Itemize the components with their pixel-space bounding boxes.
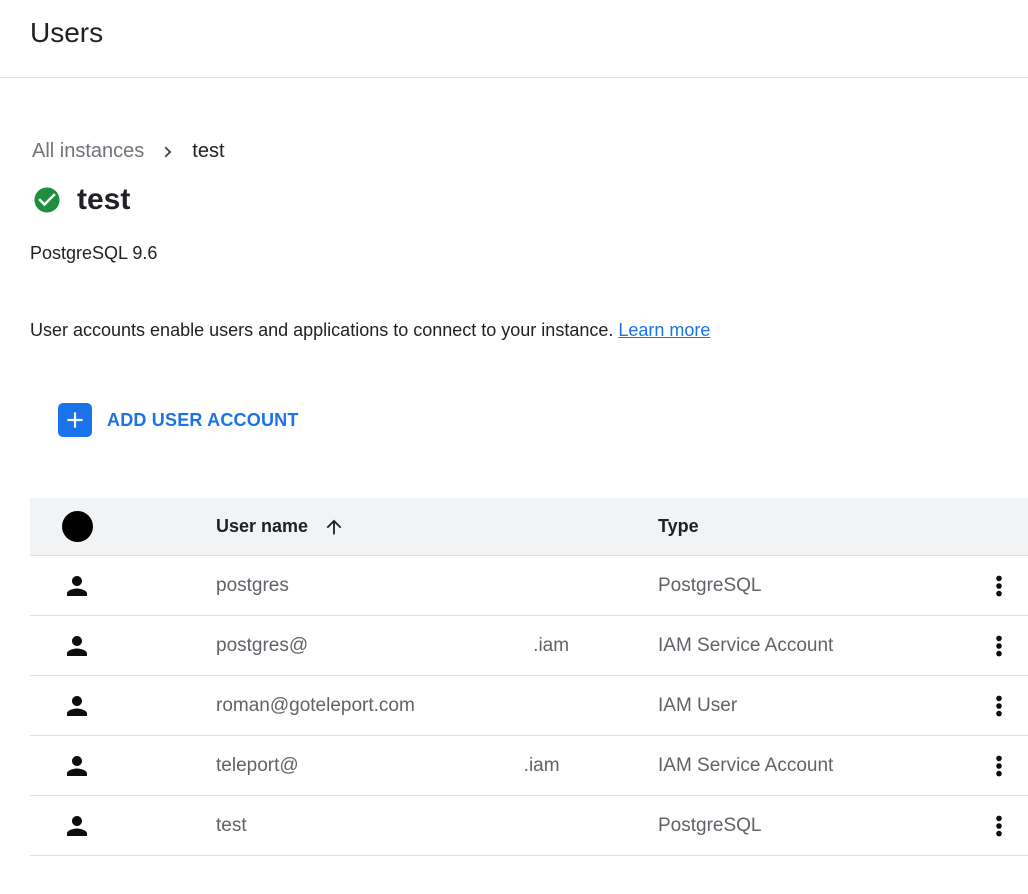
user-name-cell: roman@goteleport.com: [216, 695, 658, 717]
breadcrumb-all-instances[interactable]: All instances: [32, 140, 144, 163]
user-name-header-label: User name: [216, 516, 308, 537]
breadcrumb-current-instance: test: [192, 140, 224, 163]
user-type-cell: IAM User: [658, 695, 985, 717]
user-type-cell: IAM Service Account: [658, 635, 985, 657]
plus-icon: [58, 403, 92, 437]
user-name-text: postgres@: [216, 635, 308, 657]
instance-version: PostgreSQL 9.6: [30, 243, 1028, 264]
page-header: Users: [0, 0, 1028, 78]
kebab-menu-icon[interactable]: [985, 632, 1013, 660]
user-type-cell: PostgreSQL: [658, 815, 985, 837]
filled-circle-icon: [62, 511, 93, 542]
user-name-cell: postgres@ .iam: [216, 635, 658, 657]
add-user-account-button[interactable]: ADD USER ACCOUNT: [58, 403, 299, 437]
learn-more-link[interactable]: Learn more: [618, 320, 710, 340]
kebab-menu-icon[interactable]: [985, 752, 1013, 780]
users-table: User name Type postgres PostgreSQL: [30, 498, 1028, 856]
table-row: postgres@ .iam IAM Service Account: [30, 616, 1028, 676]
table-row: roman@goteleport.com IAM User: [30, 676, 1028, 736]
users-content: All instances test test PostgreSQL 9.6 U…: [0, 140, 1028, 856]
users-description-text: User accounts enable users and applicati…: [30, 320, 613, 340]
person-icon: [30, 811, 216, 841]
user-name-cell: postgres: [216, 575, 658, 597]
kebab-menu-icon[interactable]: [985, 572, 1013, 600]
user-name-cell: teleport@ .iam: [216, 755, 658, 777]
users-description: User accounts enable users and applicati…: [30, 320, 1028, 341]
table-header-row: User name Type: [30, 498, 1028, 556]
type-header-label: Type: [658, 516, 699, 537]
person-icon: [30, 691, 216, 721]
page-title: Users: [30, 16, 998, 50]
breadcrumb: All instances test: [32, 140, 1028, 163]
user-name-cell: test: [216, 815, 658, 837]
user-name-suffix: .iam: [533, 635, 569, 657]
table-row: teleport@ .iam IAM Service Account: [30, 736, 1028, 796]
column-header-user-name[interactable]: User name: [216, 516, 658, 538]
person-icon: [30, 631, 216, 661]
column-header-type: Type: [658, 516, 985, 537]
user-type-cell: PostgreSQL: [658, 575, 985, 597]
user-name-text: teleport@: [216, 755, 299, 777]
person-icon: [30, 751, 216, 781]
add-user-account-label: ADD USER ACCOUNT: [107, 410, 299, 431]
kebab-menu-icon[interactable]: [985, 692, 1013, 720]
table-row: test PostgreSQL: [30, 796, 1028, 856]
instance-heading: test: [32, 183, 1028, 217]
person-icon: [30, 571, 216, 601]
user-name-text: test: [216, 815, 247, 837]
table-row: postgres PostgreSQL: [30, 556, 1028, 616]
user-name-suffix: .iam: [524, 755, 560, 777]
user-type-cell: IAM Service Account: [658, 755, 985, 777]
user-name-text: roman@goteleport.com: [216, 695, 415, 717]
check-circle-icon: [32, 185, 62, 215]
user-name-text: postgres: [216, 575, 289, 597]
chevron-right-icon: [158, 142, 178, 162]
arrow-up-icon: [323, 516, 345, 538]
user-icon-column-header: [30, 511, 216, 542]
kebab-menu-icon[interactable]: [985, 812, 1013, 840]
instance-name: test: [77, 183, 130, 217]
